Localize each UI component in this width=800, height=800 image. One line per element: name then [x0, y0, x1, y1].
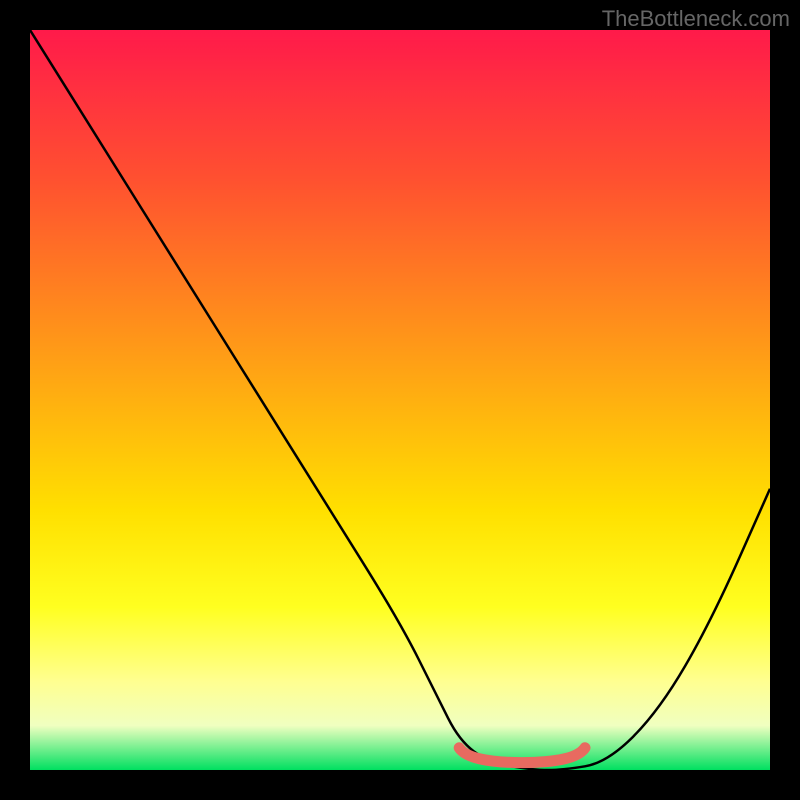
optimal-range-marker	[459, 748, 585, 763]
watermark-text: TheBottleneck.com	[602, 6, 790, 32]
curve-path	[30, 30, 770, 770]
chart-plot-area	[30, 30, 770, 770]
bottleneck-curve	[30, 30, 770, 770]
